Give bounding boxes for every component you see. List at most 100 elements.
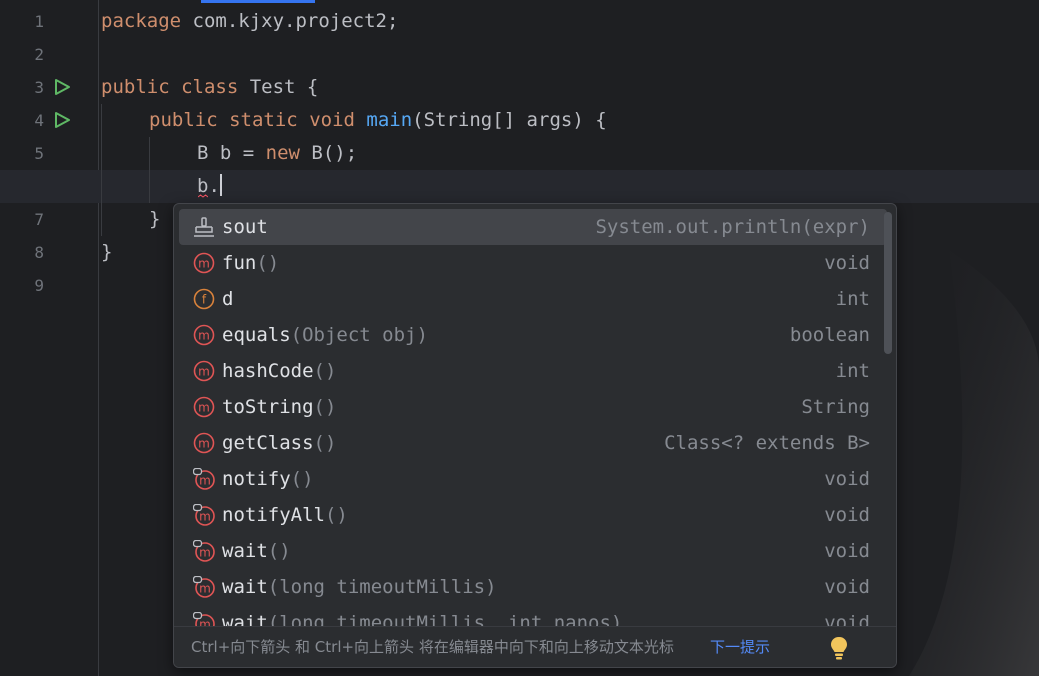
completion-item[interactable]: m getClass() Class<? extends B> xyxy=(179,425,887,461)
completion-item-type: String xyxy=(801,396,870,418)
locked-method-icon: m xyxy=(193,504,215,526)
item-name-text: toString xyxy=(222,396,314,418)
completion-item-type: int xyxy=(835,360,870,382)
item-params-text: () xyxy=(313,432,337,454)
completion-item-type: Class<? extends B> xyxy=(664,432,870,454)
method-name: main xyxy=(366,109,413,131)
method-icon: m xyxy=(193,252,215,274)
svg-text:m: m xyxy=(198,365,210,379)
locked-method-icon: m xyxy=(193,576,215,598)
item-params-text: (long timeoutMillis, int nanos) xyxy=(267,612,623,626)
item-name-text: equals xyxy=(222,324,291,346)
code-text: Test { xyxy=(238,76,319,98)
run-main-icon[interactable] xyxy=(53,111,71,129)
completion-item[interactable]: m fun() void xyxy=(179,245,887,281)
completion-scrollbar[interactable] xyxy=(884,212,892,354)
completion-item-name: wait(long timeoutMillis) xyxy=(222,569,497,605)
indent-guide xyxy=(149,137,150,203)
line-number: 3 xyxy=(34,78,44,97)
keyword: public xyxy=(149,109,218,131)
method-icon: m xyxy=(193,324,215,346)
completion-item[interactable]: m hashCode() int xyxy=(179,353,887,389)
completion-item[interactable]: m wait(long timeoutMillis) void xyxy=(179,569,887,605)
item-name-text: hashCode xyxy=(222,360,314,382)
item-name-text: getClass xyxy=(222,432,314,454)
method-icon: m xyxy=(193,396,215,418)
item-params-text: (long timeoutMillis) xyxy=(267,576,497,598)
code-text: B(); xyxy=(299,142,358,164)
code-line-8[interactable]: } xyxy=(101,236,112,269)
svg-text:f: f xyxy=(202,293,207,307)
code-line-6[interactable]: b. xyxy=(197,170,222,203)
completion-item-name: wait() xyxy=(222,533,291,569)
code-line-1[interactable]: package com.kjxy.project2; xyxy=(101,5,398,38)
svg-text:m: m xyxy=(199,474,211,488)
svg-text:m: m xyxy=(198,401,210,415)
completion-item[interactable]: m toString() String xyxy=(179,389,887,425)
item-params-text: () xyxy=(313,396,337,418)
line-gutter: 1 2 3 4 5 6 7 8 9 xyxy=(0,0,99,676)
item-name-text: notify xyxy=(222,468,291,490)
completion-item[interactable]: m wait(long timeoutMillis, int nanos) void xyxy=(179,605,887,626)
completion-item-type: void xyxy=(824,540,870,562)
code-line-7[interactable]: } xyxy=(149,203,160,236)
completion-footer: Ctrl+向下箭头 和 Ctrl+向上箭头 将在编辑器中向下和向上移动文本光标 … xyxy=(174,626,896,667)
code-line-3[interactable]: public class Test { xyxy=(101,71,318,104)
item-params-text: () xyxy=(290,468,314,490)
line-number: 5 xyxy=(34,144,44,163)
method-icon: m xyxy=(193,432,215,454)
code-completion-popup[interactable]: sout System.out.println(expr) m fun() void f d… xyxy=(173,203,897,668)
hint-text: Ctrl+向下箭头 和 Ctrl+向上箭头 将在编辑器中向下和向上移动文本光标 xyxy=(191,638,674,656)
completion-item-name: sout xyxy=(222,209,268,245)
line-number: 9 xyxy=(34,276,44,295)
lightbulb-icon[interactable] xyxy=(828,635,850,661)
item-name-text: wait xyxy=(222,612,268,626)
template-icon xyxy=(194,217,214,237)
completion-item-name: notify() xyxy=(222,461,314,497)
line-number: 1 xyxy=(34,12,44,31)
item-name-text: wait xyxy=(222,540,268,562)
completion-item-type: void xyxy=(824,468,870,490)
completion-item-type: void xyxy=(824,504,870,526)
code-text: com.kjxy.project2; xyxy=(181,10,399,32)
field-icon: f xyxy=(193,288,215,310)
completion-item[interactable]: m wait() void xyxy=(179,533,887,569)
completion-item-name: wait(long timeoutMillis, int nanos) xyxy=(222,605,622,626)
background-decoration xyxy=(909,250,1039,676)
item-params-text: (Object obj) xyxy=(290,324,428,346)
run-class-icon[interactable] xyxy=(53,78,71,96)
keyword: package xyxy=(101,10,182,32)
completion-item-name: getClass() xyxy=(222,425,336,461)
item-params-text: () xyxy=(313,360,337,382)
completion-item[interactable]: m notifyAll() void xyxy=(179,497,887,533)
item-params-text: () xyxy=(256,252,280,274)
code-text: } xyxy=(149,208,161,230)
svg-text:m: m xyxy=(199,510,211,524)
code-line-5[interactable]: B b = new B(); xyxy=(197,137,357,170)
completion-item-type: int xyxy=(835,288,870,310)
completion-item-type: System.out.println(expr) xyxy=(595,216,870,238)
item-name-text: d xyxy=(222,288,234,310)
line-number: 4 xyxy=(34,111,44,130)
svg-text:m: m xyxy=(198,329,210,343)
completion-item[interactable]: m notify() void xyxy=(179,461,887,497)
text-caret xyxy=(219,174,222,196)
completion-list[interactable]: sout System.out.println(expr) m fun() void f d… xyxy=(174,204,896,626)
completion-item[interactable]: sout System.out.println(expr) xyxy=(179,209,887,245)
completion-item-name: equals(Object obj) xyxy=(222,317,428,353)
active-tab-indicator xyxy=(201,0,315,3)
locked-method-icon: m xyxy=(193,612,215,626)
completion-item-type: void xyxy=(824,252,870,274)
completion-item[interactable]: f d int xyxy=(179,281,887,317)
completion-item[interactable]: m equals(Object obj) boolean xyxy=(179,317,887,353)
item-params-text: () xyxy=(267,540,291,562)
indent-guide xyxy=(101,104,102,236)
code-text: } xyxy=(101,241,113,263)
item-name-text: notifyAll xyxy=(222,504,325,526)
keyword: new xyxy=(265,142,300,164)
next-tip-link[interactable]: 下一提示 xyxy=(710,627,770,667)
keyword: static xyxy=(229,109,298,131)
code-line-4[interactable]: public static void main(String[] args) { xyxy=(149,104,607,137)
line-number: 7 xyxy=(34,210,44,229)
svg-text:m: m xyxy=(199,582,211,596)
